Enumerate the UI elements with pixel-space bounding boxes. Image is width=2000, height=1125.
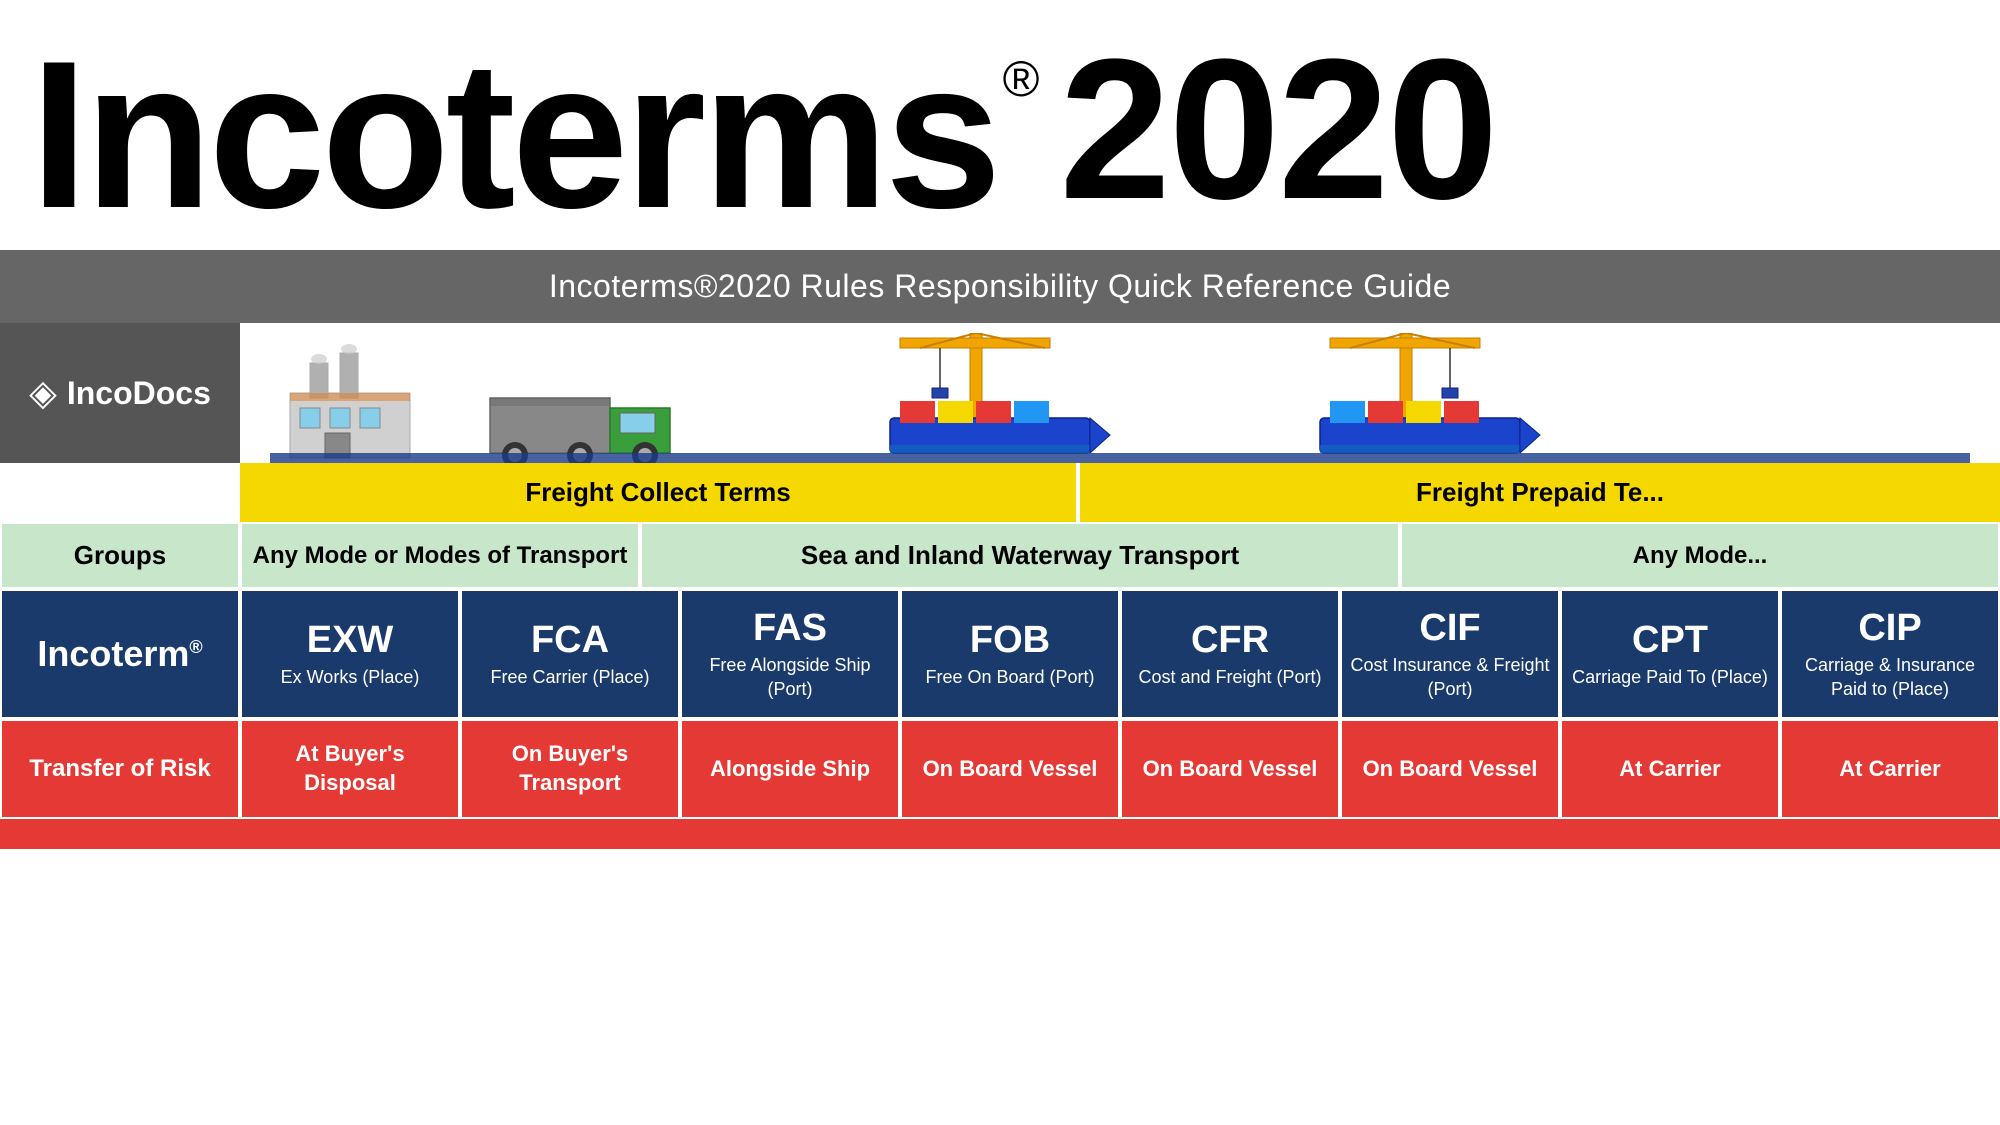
groups-label-cell: Groups [0,522,240,589]
incoterm-term-cpt: CPT Carriage Paid To (Place) [1560,589,1780,719]
term-abbr-fca: FCA [531,619,609,662]
term-name-cfr: Cost and Freight (Port) [1138,666,1321,689]
logo-inner: ◈ IncoDocs [29,372,211,414]
term-abbr-fas: FAS [753,607,827,650]
risk-value-cif: On Board Vessel [1340,719,1560,819]
incoterm-term-cif: CIF Cost Insurance & Freight (Port) [1340,589,1560,719]
term-abbr-exw: EXW [307,619,394,662]
logo-icon: ◈ [29,372,57,414]
term-name-cpt: Carriage Paid To (Place) [1572,666,1768,689]
incoterm-label-cell: Incoterm® [0,589,240,719]
term-name-cip: Carriage & Insurance Paid to (Place) [1788,654,1992,701]
incoterm-label-text: Incoterm® [37,633,202,675]
term-abbr-cfr: CFR [1191,619,1269,662]
header-section: Incoterms ® 2020 [0,0,2000,250]
term-abbr-cpt: CPT [1632,619,1708,662]
groups-sea-cell: Sea and Inland Waterway Transport [640,522,1400,589]
groups-row: Groups Any Mode or Modes of Transport Se… [0,522,2000,589]
incoterm-term-fas: FAS Free Alongside Ship (Port) [680,589,900,719]
incoterm-term-exw: EXW Ex Works (Place) [240,589,460,719]
main-content: ◈ IncoDocs [0,323,2000,849]
incoterm-term-fca: FCA Free Carrier (Place) [460,589,680,719]
subtitle-text: Incoterms®2020 Rules Responsibility Quic… [549,268,1451,304]
risk-value-fas: Alongside Ship [680,719,900,819]
risk-value-fca: On Buyer's Transport [460,719,680,819]
risk-row: Transfer of Risk At Buyer's Disposal On … [0,719,2000,819]
title-block: Incoterms ® 2020 [30,30,1496,240]
registered-mark: ® [1003,50,1040,108]
incoterm-row: Incoterm® EXW Ex Works (Place) FCA Free … [0,589,2000,719]
title-year: 2020 [1060,30,1497,230]
logo-name: IncoDocs [67,375,211,412]
title-incoterms: Incoterms [30,30,998,240]
freight-prepaid-cell: Freight Prepaid Te... [1080,463,2000,522]
illustration-svg [270,333,1970,463]
freight-collect-cell: Freight Collect Terms [240,463,1080,522]
subtitle-bar: Incoterms®2020 Rules Responsibility Quic… [0,250,2000,323]
incoterm-term-fob: FOB Free On Board (Port) [900,589,1120,719]
risk-value-cfr: On Board Vessel [1120,719,1340,819]
term-name-fas: Free Alongside Ship (Port) [688,654,892,701]
term-name-cif: Cost Insurance & Freight (Port) [1348,654,1552,701]
groups-any-mode-cell2: Any Mode... [1400,522,2000,589]
ship-crane-right [1320,333,1540,453]
term-name-fob: Free On Board (Port) [925,666,1094,689]
risk-value-cip: At Carrier [1780,719,2000,819]
factory-illustration [290,344,410,458]
term-name-fca: Free Carrier (Place) [490,666,649,689]
freight-terms-row: Freight Collect Terms Freight Prepaid Te… [0,463,2000,522]
logo-illustration-row: ◈ IncoDocs [0,323,2000,463]
term-name-exw: Ex Works (Place) [281,666,420,689]
illustration-cell [240,323,2000,463]
term-abbr-cif: CIF [1419,607,1480,650]
incoterm-term-cip: CIP Carriage & Insurance Paid to (Place) [1780,589,2000,719]
ship-crane-left [890,333,1110,453]
risk-value-exw: At Buyer's Disposal [240,719,460,819]
logo-cell: ◈ IncoDocs [0,323,240,463]
risk-value-fob: On Board Vessel [900,719,1120,819]
term-abbr-cip: CIP [1858,607,1921,650]
risk-label-cell: Transfer of Risk [0,719,240,819]
bottom-area [0,819,2000,849]
term-abbr-fob: FOB [970,619,1050,662]
incoterm-term-cfr: CFR Cost and Freight (Port) [1120,589,1340,719]
risk-value-cpt: At Carrier [1560,719,1780,819]
groups-any-mode-cell: Any Mode or Modes of Transport [240,522,640,589]
